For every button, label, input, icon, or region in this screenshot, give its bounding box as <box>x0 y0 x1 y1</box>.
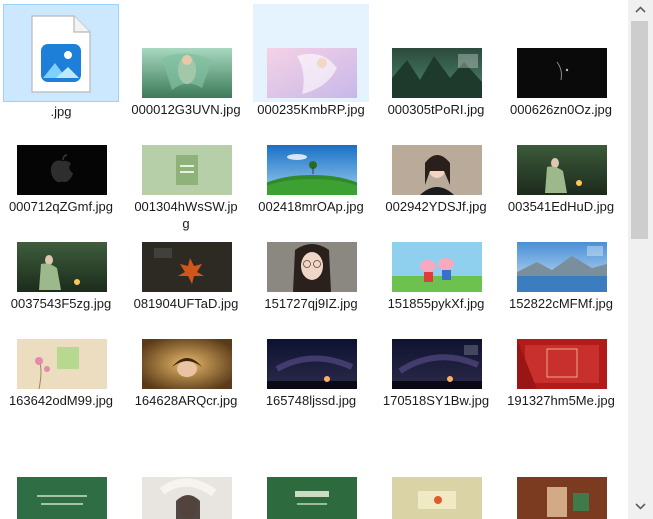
image-thumbnail <box>392 48 482 98</box>
image-thumbnail <box>517 48 607 98</box>
file-item[interactable]: 163642odM99.jpg <box>3 295 119 408</box>
chevron-up-icon[interactable] <box>634 4 647 17</box>
image-thumbnail <box>142 477 232 519</box>
file-item[interactable]: 165748ljssd.jpg <box>253 295 369 408</box>
scrollbar-thumb[interactable] <box>631 21 648 239</box>
file-item[interactable]: .jpg <box>3 4 119 119</box>
file-item[interactable]: 000235KmbRP.jpg <box>253 4 369 117</box>
file-item[interactable] <box>3 433 119 519</box>
vertical-scrollbar[interactable] <box>628 0 653 519</box>
file-item[interactable]: 002942YDSJf.jpg <box>378 101 494 214</box>
image-thumbnail <box>142 48 232 98</box>
image-thumbnail <box>267 48 357 98</box>
file-item[interactable]: 151727qj9IZ.jpg <box>253 198 369 311</box>
image-thumbnail <box>392 339 482 389</box>
image-thumbnail <box>517 339 607 389</box>
image-thumbnail <box>17 145 107 195</box>
file-item[interactable]: 000626zn0Oz.jpg <box>503 4 619 117</box>
file-item[interactable] <box>378 433 494 519</box>
file-name: 163642odM99.jpg <box>8 393 114 408</box>
file-item[interactable]: 170518SY1Bw.jpg <box>378 295 494 408</box>
file-item[interactable]: 081904UFTaD.jpg <box>128 198 244 311</box>
file-name: 165748ljssd.jpg <box>265 393 357 408</box>
file-item[interactable]: 151855pykXf.jpg <box>378 198 494 311</box>
file-item[interactable]: 000712qZGmf.jpg <box>3 101 119 214</box>
image-thumbnail <box>142 145 232 195</box>
file-item[interactable]: 000305tPoRI.jpg <box>378 4 494 117</box>
file-item[interactable] <box>253 433 369 519</box>
chevron-down-icon[interactable] <box>634 499 647 512</box>
file-item[interactable]: 0037543F5zg.jpg <box>3 198 119 311</box>
file-item[interactable]: 003541EdHuD.jpg <box>503 101 619 214</box>
image-thumbnail <box>267 242 357 292</box>
file-item[interactable]: 164628ARQcr.jpg <box>128 295 244 408</box>
image-thumbnail <box>267 145 357 195</box>
image-thumbnail <box>267 477 357 519</box>
file-name: 191327hm5Me.jpg <box>507 393 615 408</box>
image-thumbnail <box>517 477 607 519</box>
image-thumbnail <box>267 339 357 389</box>
file-grid: .jpg 000012G3UVN.jpg 000235KmbRP.jpg 000305… <box>0 0 628 519</box>
file-item[interactable]: 000012G3UVN.jpg <box>128 4 244 117</box>
image-thumbnail <box>17 339 107 389</box>
file-name: 170518SY1Bw.jpg <box>382 393 490 408</box>
image-thumbnail <box>517 242 607 292</box>
file-item[interactable]: 152822cMFMf.jpg <box>503 198 619 311</box>
image-thumbnail <box>142 339 232 389</box>
image-thumbnail <box>142 242 232 292</box>
file-item[interactable]: 002418mrOAp.jpg <box>253 101 369 214</box>
image-thumbnail <box>17 477 107 519</box>
image-thumbnail <box>392 477 482 519</box>
image-thumbnail <box>17 242 107 292</box>
image-thumbnail <box>517 145 607 195</box>
file-item[interactable] <box>503 433 619 519</box>
file-name: 164628ARQcr.jpg <box>134 393 238 408</box>
file-item[interactable]: 191327hm5Me.jpg <box>503 295 619 408</box>
image-file-icon <box>31 15 91 93</box>
image-thumbnail <box>392 242 482 292</box>
file-item[interactable]: 001304hWsSW.jpg <box>128 101 244 231</box>
file-item[interactable] <box>128 433 244 519</box>
image-thumbnail <box>392 145 482 195</box>
